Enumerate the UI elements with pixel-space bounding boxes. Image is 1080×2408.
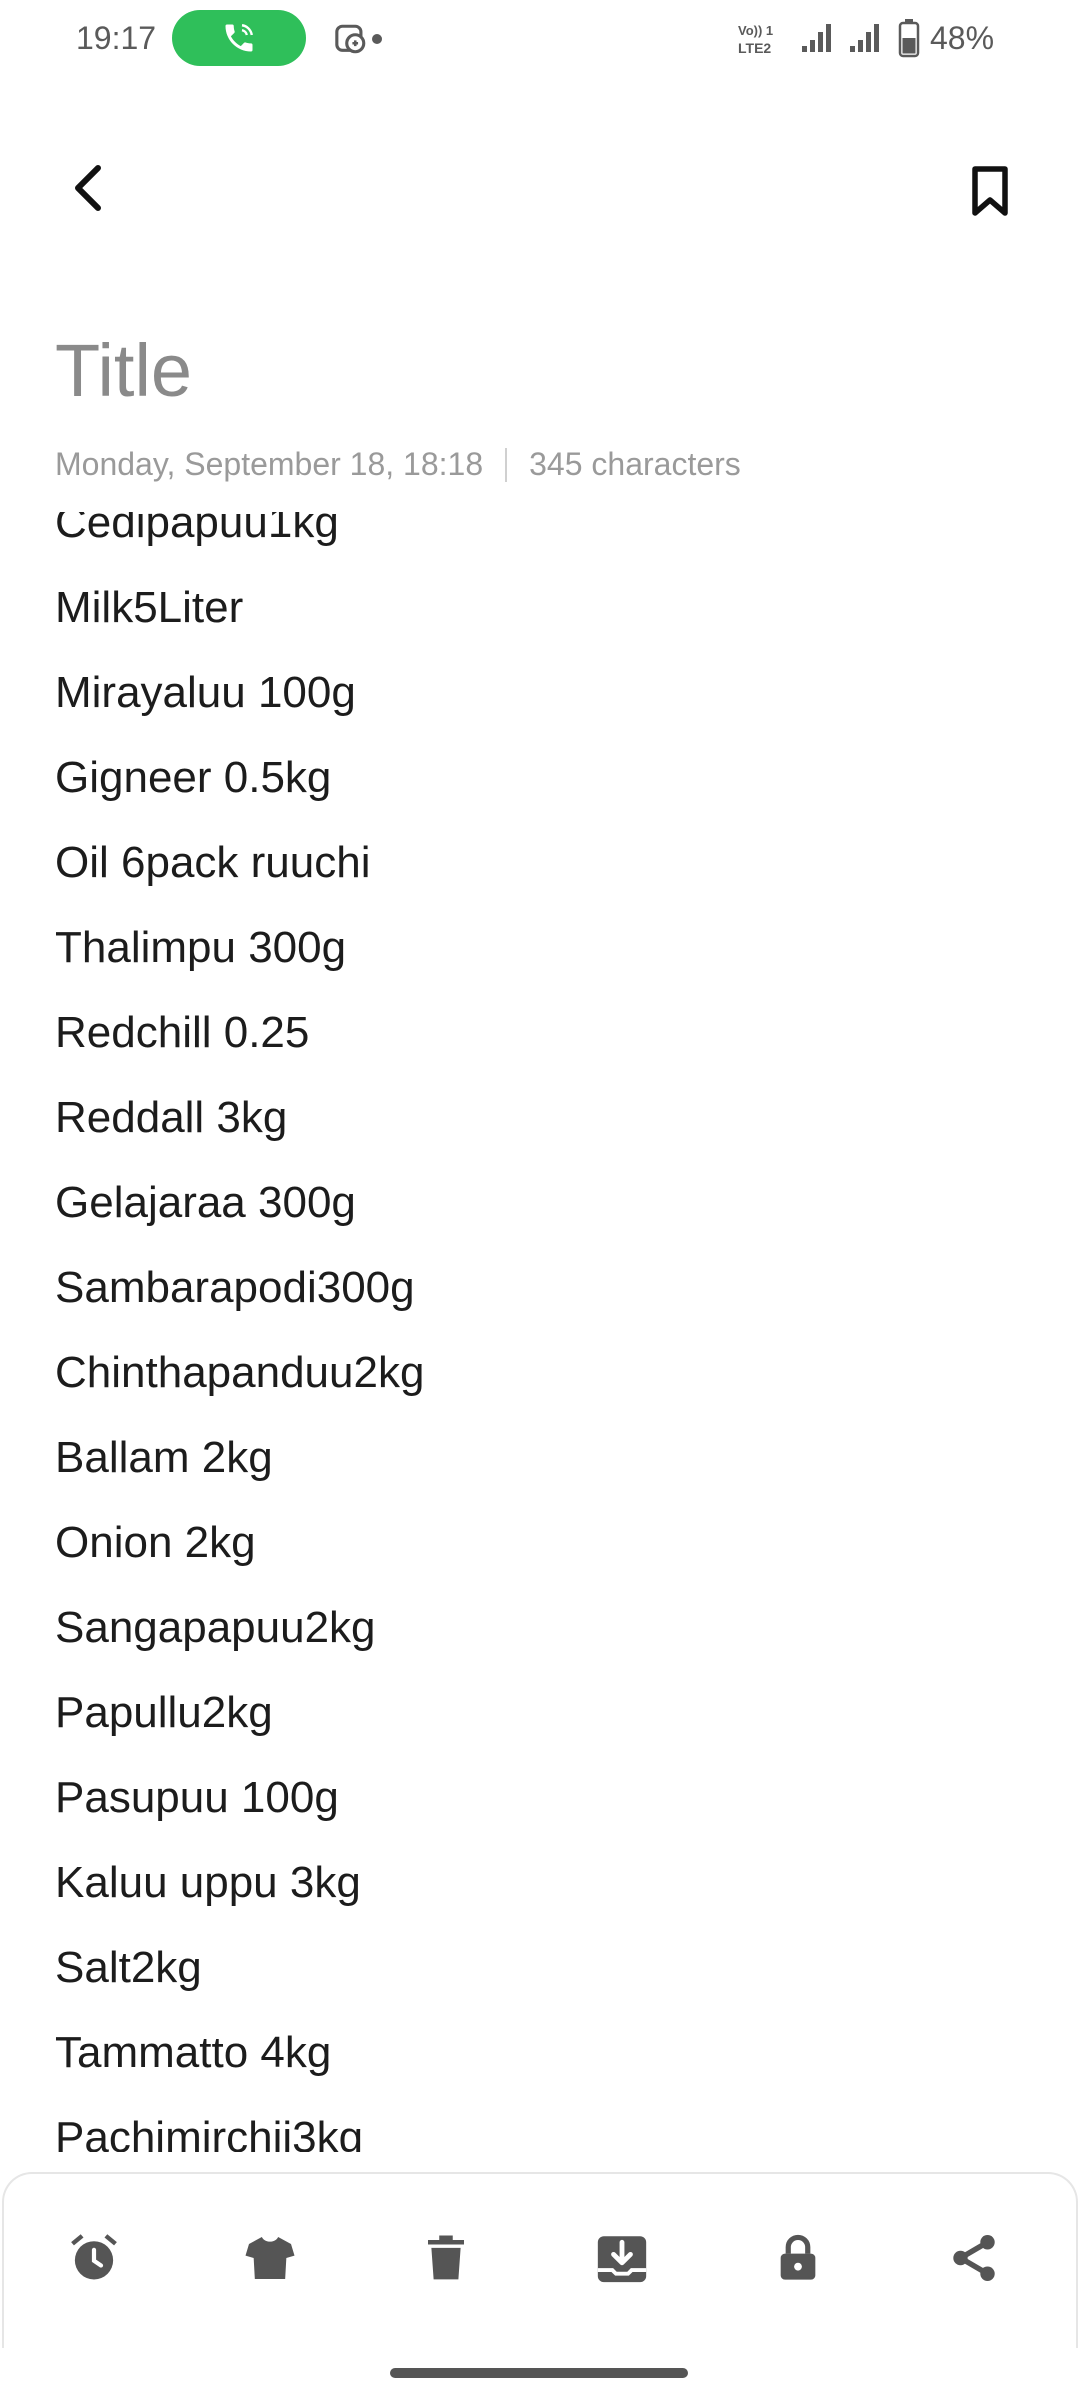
note-line: Thalimpu 300g — [55, 923, 347, 972]
back-arrow-icon — [75, 165, 101, 211]
share-icon — [953, 2235, 995, 2281]
note-body[interactable]: Cedipapuu1kg Milk5Liter Mirayaluu 100g Gign… — [0, 512, 1080, 2152]
signal-icon — [850, 24, 879, 52]
notification-icon — [335, 24, 366, 54]
note-line: Gelajaraa 300g — [55, 1178, 356, 1227]
note-line: Papullu2kg — [55, 1688, 273, 1737]
back-button[interactable] — [60, 160, 116, 216]
signal-icon — [802, 24, 831, 52]
lock-icon — [780, 2234, 816, 2280]
download-icon — [597, 2236, 647, 2283]
note-line: Ballam 2kg — [55, 1433, 273, 1482]
battery-percentage: 48% — [930, 20, 995, 56]
note-lines: Cedipapuu1kg Milk5Liter Mirayaluu 100g Gign… — [55, 512, 424, 2152]
ongoing-call-indicator[interactable] — [172, 10, 306, 66]
note-date: Monday, September 18, 18:18 — [55, 446, 484, 482]
bottom-toolbar — [2, 2172, 1078, 2348]
volte-label-top: Vo)) 1 — [738, 23, 773, 38]
note-title-input[interactable]: Title — [55, 328, 192, 413]
note-line: Cedipapuu1kg — [55, 512, 339, 547]
bookmark-icon — [972, 166, 1008, 216]
status-time: 19:17 — [76, 20, 157, 56]
status-bar: 19:17 Vo)) 1 LTE2 48% — [0, 0, 1080, 80]
home-indicator[interactable] — [390, 2368, 688, 2378]
save-download-button[interactable] — [590, 2226, 654, 2290]
note-line: Gigneer 0.5kg — [55, 753, 332, 802]
note-line: Kaluu uppu 3kg — [55, 1858, 361, 1907]
delete-button[interactable] — [414, 2226, 478, 2290]
note-line: Sangapapuu2kg — [55, 1603, 376, 1652]
note-char-count: 345 characters — [529, 446, 741, 482]
battery-icon — [898, 19, 920, 58]
volte-label-bottom: LTE2 — [738, 40, 771, 56]
note-line: Pasupuu 100g — [55, 1773, 339, 1822]
note-line: Pachimirchii3kg — [55, 2113, 364, 2152]
note-meta: Monday, September 18, 18:18 345 characte… — [55, 446, 741, 483]
note-line: Salt2kg — [55, 1943, 202, 1992]
note-line: Reddall 3kg — [55, 1093, 288, 1142]
alarm-icon — [71, 2234, 117, 2280]
call-icon — [225, 24, 253, 52]
note-line: Sambarapodi300g — [55, 1263, 415, 1312]
reminder-button[interactable] — [62, 2226, 126, 2290]
volte-icon: Vo)) 1 LTE2 — [738, 23, 773, 56]
note-line: Redchill 0.25 — [55, 1008, 310, 1057]
note-line: Oil 6pack ruuchi — [55, 838, 371, 887]
meta-divider — [505, 447, 508, 482]
lock-button[interactable] — [766, 2226, 830, 2290]
note-line: Onion 2kg — [55, 1518, 256, 1567]
note-line: Tammatto 4kg — [55, 2028, 332, 2077]
more-notifications-dot — [372, 34, 382, 44]
bookmark-button[interactable] — [962, 160, 1018, 222]
note-line: Mirayaluu 100g — [55, 668, 356, 717]
share-button[interactable] — [942, 2226, 1006, 2290]
shirt-icon — [245, 2237, 295, 2279]
note-screen: 19:17 Vo)) 1 LTE2 48% Title Monday, Sept… — [0, 0, 1080, 2408]
trash-icon — [428, 2235, 464, 2280]
note-line: Milk5Liter — [55, 583, 244, 632]
theme-button[interactable] — [238, 2226, 302, 2290]
note-line: Chinthapanduu2kg — [55, 1348, 425, 1397]
